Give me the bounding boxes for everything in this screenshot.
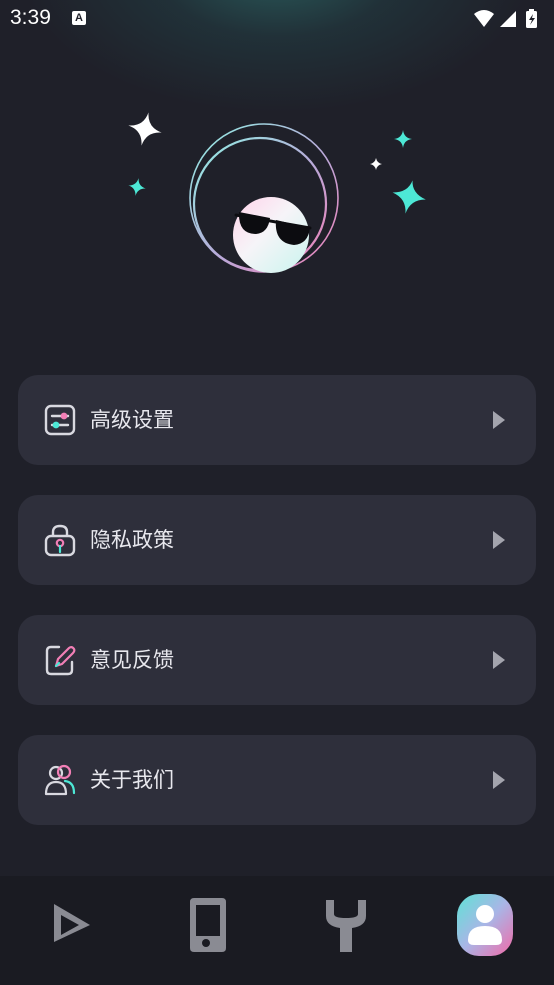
tab-player[interactable] [30, 890, 110, 960]
tab-profile[interactable] [444, 890, 524, 960]
mascot-illustration [128, 112, 426, 273]
menu-item-label: 高级设置 [90, 408, 174, 432]
menu-item-label: 隐私政策 [90, 528, 174, 552]
status-bar: 3:39 A [0, 0, 554, 40]
status-time: 3:39 [10, 6, 51, 29]
notification-badge-icon: A [72, 11, 86, 25]
chevron-right-icon [493, 411, 505, 429]
chevron-right-icon [493, 531, 505, 549]
play-triangle-icon [54, 904, 90, 942]
lock-key-icon [44, 524, 76, 557]
menu-item-privacy-policy[interactable]: 隐私政策 [18, 495, 536, 585]
wifi-icon [474, 10, 494, 27]
menu-item-about-us[interactable]: 关于我们 [18, 735, 536, 825]
status-icons [474, 9, 537, 28]
menu-item-advanced-settings[interactable]: 高级设置 [18, 375, 536, 465]
menu-item-label: 意见反馈 [90, 648, 174, 672]
edit-feedback-icon [45, 645, 76, 676]
sparkle-icon [394, 130, 412, 148]
battery-icon [526, 9, 537, 28]
sparkle-icon [370, 158, 382, 170]
phone-device-icon [190, 898, 226, 952]
chevron-right-icon [493, 771, 505, 789]
sparkle-icon [128, 112, 162, 146]
wrench-tool-icon [326, 900, 366, 952]
signal-icon [500, 11, 516, 27]
bottom-tab-bar [0, 876, 554, 985]
menu-item-label: 关于我们 [90, 768, 174, 792]
sliders-settings-icon [44, 404, 76, 436]
tab-device[interactable] [168, 890, 248, 960]
sparkle-icon [128, 178, 146, 196]
chevron-right-icon [493, 651, 505, 669]
people-icon [44, 764, 76, 796]
menu-item-feedback[interactable]: 意见反馈 [18, 615, 536, 705]
user-profile-icon [457, 894, 513, 956]
tab-tools[interactable] [306, 890, 386, 960]
sparkle-icon [392, 180, 426, 214]
